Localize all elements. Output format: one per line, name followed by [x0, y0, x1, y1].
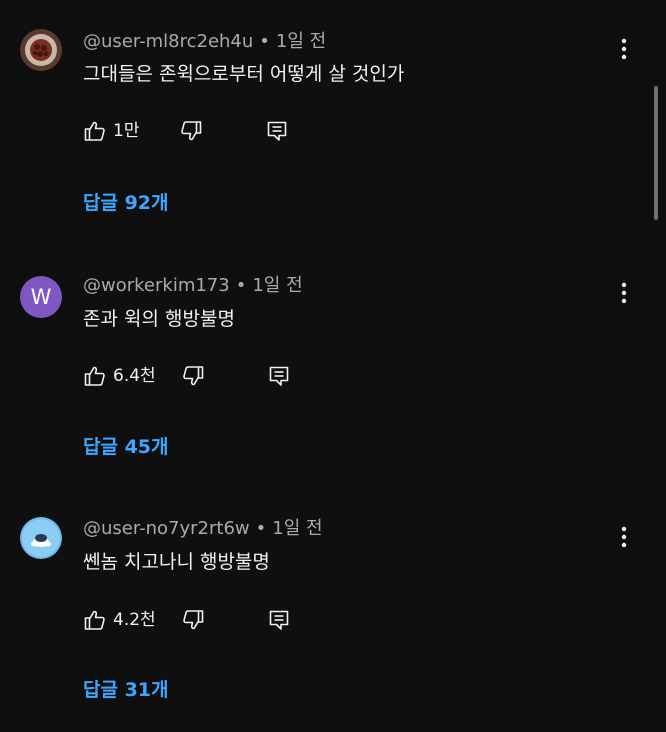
more-options-button[interactable]	[612, 282, 636, 308]
dislike-button[interactable]	[181, 363, 205, 389]
reply-button[interactable]	[265, 118, 289, 144]
like-count: 6.4천	[113, 366, 156, 386]
more-vertical-icon	[621, 282, 627, 308]
reply-comment-icon	[265, 119, 289, 143]
comment-meta: @user-no7yr2rt6w • 1일 전	[83, 518, 323, 540]
avatar[interactable]: W	[20, 276, 62, 318]
reply-button[interactable]	[267, 607, 291, 633]
comment-meta: @workerkim173 • 1일 전	[83, 275, 303, 297]
view-replies-link[interactable]: 답글 31개	[83, 677, 169, 703]
comment-time[interactable]: 1일 전	[276, 31, 326, 52]
more-vertical-icon	[621, 38, 627, 64]
comment-username[interactable]: @user-ml8rc2eh4u	[83, 31, 253, 52]
thumb-up-icon	[83, 119, 107, 143]
scrollbar-thumb[interactable]	[654, 86, 658, 220]
reply-button[interactable]	[267, 363, 291, 389]
comment-text: 쎈놈 치고나니 행방불명	[83, 551, 270, 573]
reply-comment-icon	[267, 608, 291, 632]
like-count: 1만	[113, 121, 140, 141]
meta-separator: •	[255, 518, 267, 539]
comment-text: 존과 윅의 행방불명	[83, 308, 235, 330]
thumb-up-icon	[83, 364, 107, 388]
dislike-button[interactable]	[179, 118, 203, 144]
thumb-down-icon	[181, 364, 205, 388]
comment-time[interactable]: 1일 전	[272, 518, 322, 539]
comment-username[interactable]: @workerkim173	[83, 275, 230, 296]
comment-actions: 6.4천	[83, 363, 383, 389]
comment-time[interactable]: 1일 전	[252, 275, 302, 296]
like-button[interactable]: 6.4천	[83, 363, 156, 389]
comment-actions: 4.2천	[83, 607, 383, 633]
like-button[interactable]: 1만	[83, 118, 139, 144]
more-vertical-icon	[621, 526, 627, 552]
more-options-button[interactable]	[612, 526, 636, 552]
avatar[interactable]	[20, 29, 62, 71]
comment-item: @user-no7yr2rt6w • 1일 전 쎈놈 치고나니 행방불명 4.2천	[0, 488, 666, 732]
view-replies-link[interactable]: 답글 92개	[83, 190, 169, 216]
dislike-button[interactable]	[181, 607, 205, 633]
comment-text: 그대들은 존윅으로부터 어떻게 살 것인가	[83, 63, 405, 85]
avatar[interactable]	[20, 517, 62, 559]
thumb-down-icon	[179, 119, 203, 143]
view-replies-link[interactable]: 답글 45개	[83, 434, 169, 460]
like-button[interactable]: 4.2천	[83, 607, 156, 633]
like-count: 4.2천	[113, 610, 156, 630]
comment-item: @user-ml8rc2eh4u • 1일 전 그대들은 존윅으로부터 어떻게 살 …	[0, 0, 666, 244]
more-options-button[interactable]	[612, 38, 636, 64]
comment-actions: 1만	[83, 118, 383, 144]
comment-item: W @workerkim173 • 1일 전 존과 윅의 행방불명 6.4천 답…	[0, 244, 666, 488]
reply-comment-icon	[267, 364, 291, 388]
comment-username[interactable]: @user-no7yr2rt6w	[83, 518, 250, 539]
meta-separator: •	[235, 275, 247, 296]
comment-meta: @user-ml8rc2eh4u • 1일 전	[83, 31, 326, 53]
thumb-up-icon	[83, 608, 107, 632]
meta-separator: •	[259, 31, 270, 52]
thumb-down-icon	[181, 608, 205, 632]
